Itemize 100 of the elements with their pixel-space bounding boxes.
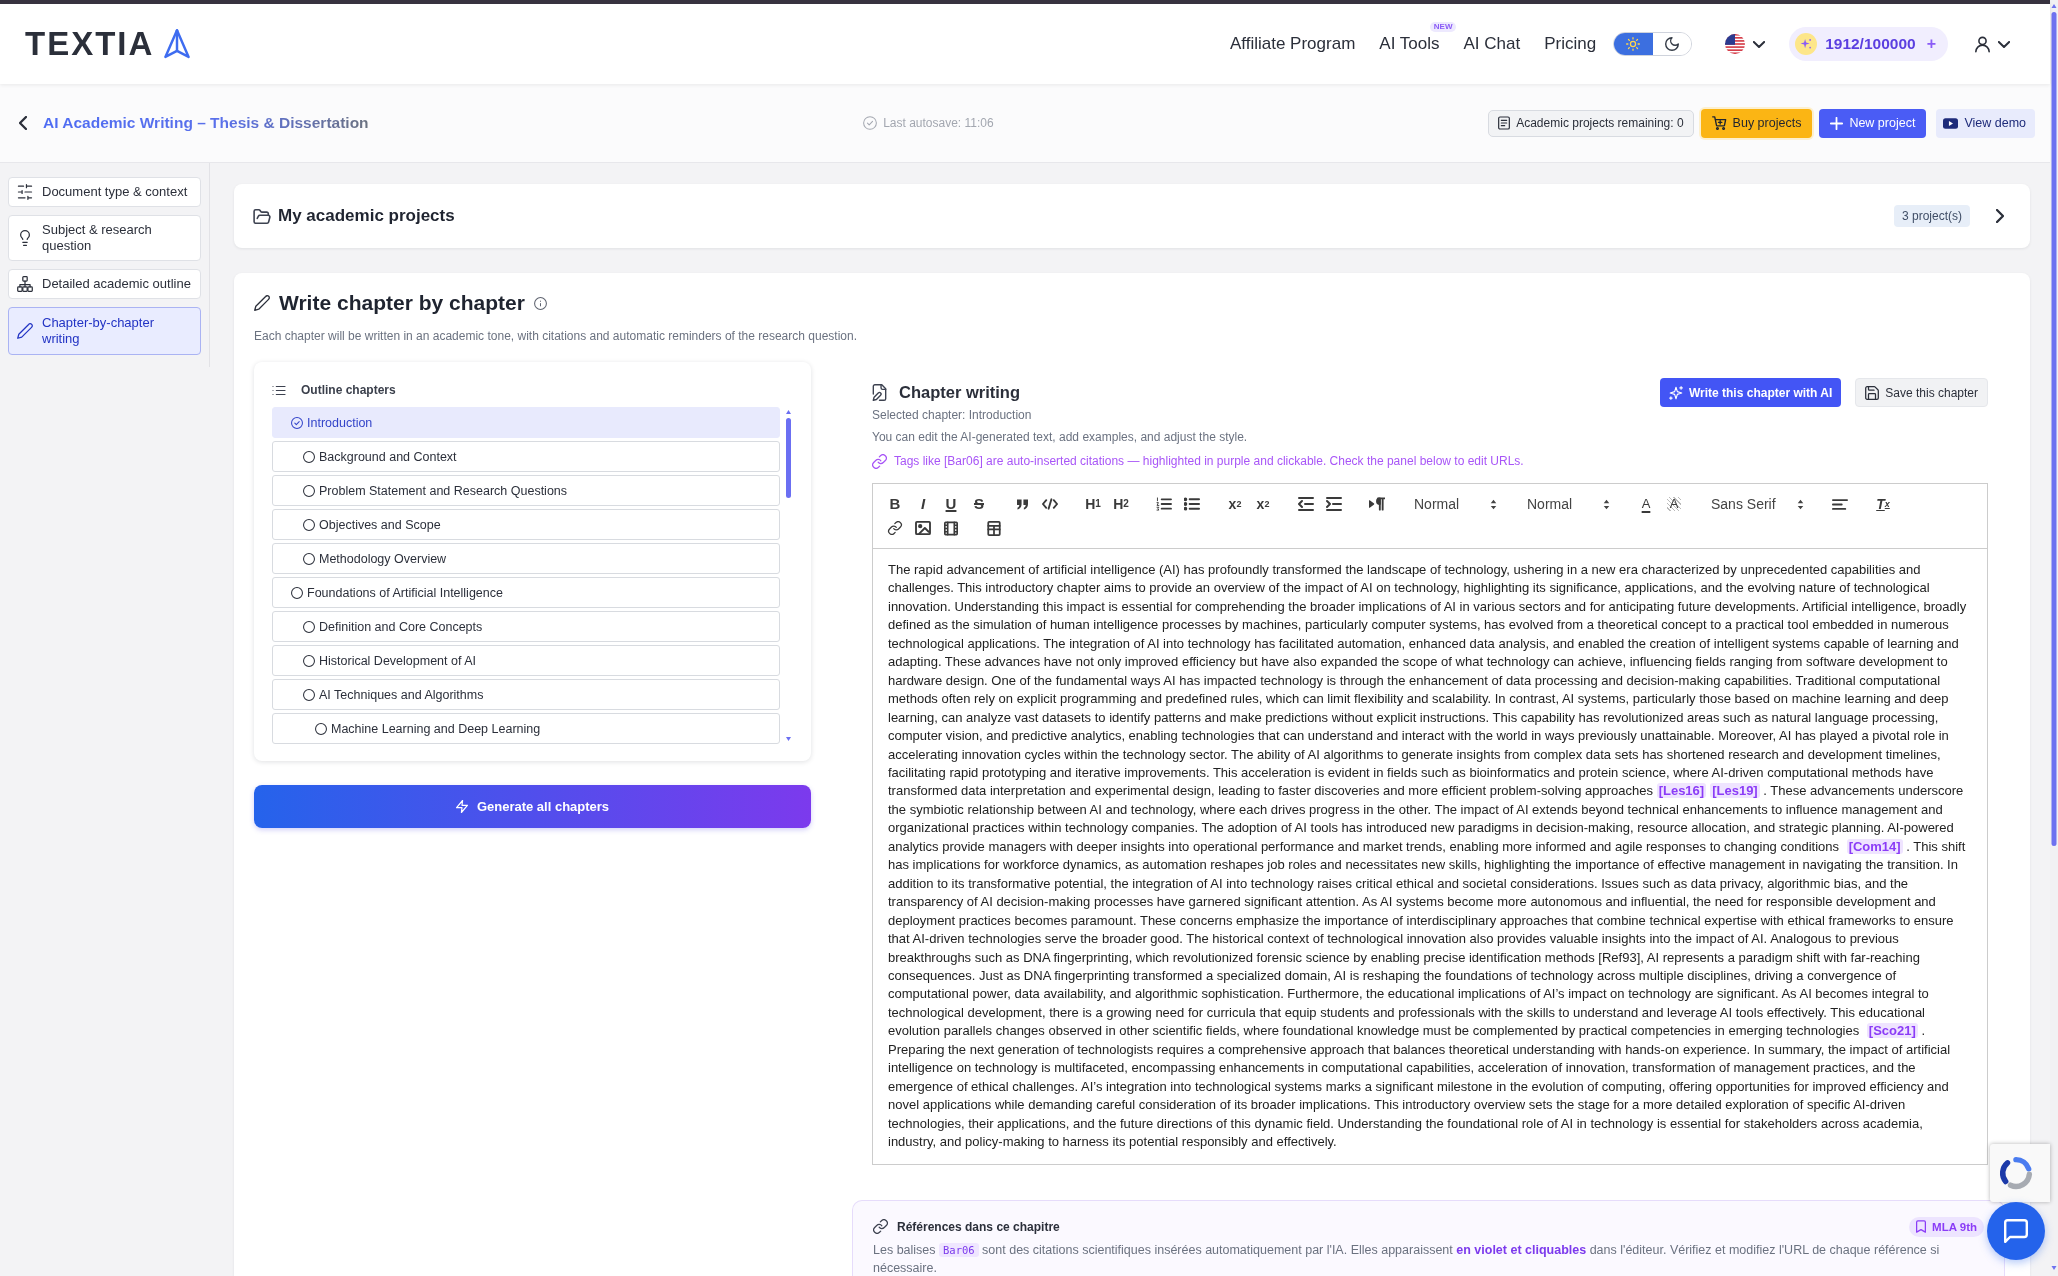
view-demo-button[interactable]: View demo bbox=[1936, 108, 2035, 138]
sparkles-icon bbox=[1668, 385, 1683, 400]
strikethrough-button[interactable]: S bbox=[965, 492, 993, 516]
sidebar-item[interactable]: Document type & context bbox=[8, 177, 201, 207]
theme-toggle[interactable] bbox=[1613, 32, 1693, 56]
new-project-button[interactable]: New project bbox=[1819, 108, 1927, 138]
projects-remaining-text: Academic projects remaining: 0 bbox=[1516, 116, 1684, 130]
navigation-arrow-icon bbox=[164, 29, 191, 59]
pencil-icon bbox=[254, 295, 270, 311]
citation-link[interactable]: [Com14] bbox=[1846, 838, 1903, 854]
sidebar-item[interactable]: Subject & research question bbox=[8, 215, 201, 261]
references-title: Références dans ce chapitre bbox=[897, 1219, 1060, 1234]
check-circle-icon bbox=[863, 116, 878, 130]
chapter-item[interactable]: Machine Learning and Deep Learning bbox=[272, 713, 780, 744]
align-left-icon bbox=[1832, 498, 1848, 510]
check-circle-icon bbox=[291, 416, 303, 429]
chapter-item[interactable]: Introduction bbox=[272, 407, 780, 438]
circle-icon bbox=[303, 484, 315, 497]
chevron-down-icon bbox=[1998, 40, 2010, 48]
link-icon bbox=[872, 453, 887, 469]
plus-icon bbox=[1830, 116, 1844, 130]
editor-hint: You can edit the AI-generated text, add examples, and adjust the style. bbox=[872, 429, 1249, 445]
add-credits-button[interactable]: + bbox=[1926, 35, 1936, 53]
font-dropdown[interactable]: Sans Serif bbox=[1703, 492, 1811, 516]
bulleted-list-icon bbox=[1184, 497, 1200, 511]
document-edit-icon bbox=[872, 384, 887, 401]
lightbulb-icon bbox=[17, 230, 33, 246]
chevron-down-icon bbox=[1753, 40, 1766, 48]
chapter-item[interactable]: Definition and Core Concepts bbox=[272, 611, 780, 642]
credits-count: 1912/100000 bbox=[1825, 35, 1916, 53]
chevron-left-icon bbox=[19, 116, 27, 130]
bookmark-icon bbox=[1916, 1220, 1927, 1233]
citation-link[interactable]: [Les16] bbox=[1656, 783, 1707, 799]
quote-icon bbox=[1015, 498, 1029, 510]
references-note: Les balises Bar06 sont des citations scientifiques insérées automatiquement par l'IA. Elles apparaissent en violet et cliquables dans l'éditeur. Vérifiez et modifiez l'URL de chaque référence si nécessaire. bbox=[873, 1241, 1941, 1276]
chapter-item[interactable]: Background and Context bbox=[272, 441, 780, 472]
chapter-text: The rapid advancement of artificial intelligence (AI) has profoundly transformed the landscape of technology, ushering in a new era characterized by unprecedented capabilities and challenges. This introductory chapter aims to provide an overview of the impact of AI on technology, highlighting its significance, applications, and the evolving nature of technological innovation. Understanding this impact is essential for comprehending the broader implications of AI in various sectors and for anticipating future developments. Artificial intelligence, broadly defined as the simulation of human intelligence processes by machines, particularly computer systems, has evolved from a theoretical concept to a practical tool embedded in numerous technological applications. The integration of AI into technology has facilitated automation, enhanced data analysis, and enabled the creation of intelligent systems capable of learning and adapting. These advances have not only improved efficiency but have also expanded the scope of what technology can achieve, influencing fields ranging from software development to hardware design. One of the fundamental ways AI has impacted technology is through the enhancement of data processing and decision-making capabilities. Traditional computational methods often rely on explicit programming and predefined rules, which can limit flexibility and scalability. In contrast, AI systems, particularly those based on machine learning and deep learning, can analyze vast datasets to identify patterns and make predictions without explicit instructions. This capability has revolutionized areas such as natural language processing, computer vision, and predictive analytics, enabling technologies that can understand and interact with the world in ways previously unattainable. Moreover, AI has played a pivotal role in accelerating innovation cycles within the technology sector. The ability of AI algorithms to generate insights from complex data sets has shortened research and development timelines, facilitating rapid prototyping and iterative improvements. This acceleration is evident in fields such as bioinformatics and protein science, where AI-driven computational methods have transformed data interpretation and experimental design, leading to faster discoveries and more efficient problem-solving approaches [Les16] [Les19] . These advancements underscore the symbiotic relationship between AI and technology, where each drives progress in the other. The impact of AI extends beyond technical enhancements to influence management and organizational practices within technology companies. The adoption of AI tools has introduced new paradigms in decision-making, resource allocation, and strategic planning. AI-powered analytics provide managers with deeper insights into operational performance and market trends, enabling more informed and agile responses to changing conditions [Com14] . This shift has implications for workforce dynamics, as automation reshapes job roles and necessitates new skills, highlighting the importance of effective management in navigating the transition. In addition to its transformative potential, the integration of AI into technology raises critical ethical and societal considerations. Issues such as data privacy, algorithmic bias, and the transparency of AI decision-making processes have garnered significant attention. As AI systems become more autonomous and influential, the need for responsible development and deployment practices becomes paramount. These concerns emphasize the importance of interdisciplinary approaches that combine technical expertise with ethical frameworks to ensure that AI-driven technologies serve the broader good. The historical context of technological innovation also provides valuable insights into the impact of AI. Analogous to previous breakthroughs such as DNA fingerprinting, which revolutionized forensic science by enabling precise identification methods [Ref93], AI represents a paradigm shift with far-reaching consequences. Just as DNA fingerprinting transformed a specialized domain, AI is reshaping the foundations of technology across multiple disciplines, driving a convergence of computational power, data availability, and algorithmic sophistication. Furthermore, the educational implications of AI’s impact on technology are significant. As AI becomes integral to technological development, there is a growing need for curricula that equip students and professionals with the skills to understand and leverage AI tools effectively. This educational evolution parallels changes observed in other scientific fields, where foundational knowledge must be complemented by practical competencies in emerging technologies [Sco21] . Preparing the next generation of technologists requires a comprehensive approach that balances theoretical understanding with hands-on experience. In summary, the impact of artificial intelligence on technology is multifaceted, encompassing enhancements in computational capabilities, acceleration of innovation, transformation of management practices, and the emergence of ethical challenges. AI’s integration into technological systems marks a significant milestone in the evolution of computing, offering opportunities for improved efficiency and novel applications while demanding careful consideration of its broader implications. This introductory overview sets the stage for a more detailed exploration of specific AI-driven technologies, their applications, and the future directions of this dynamic field. Understanding the foundational role of AI in technology is essential for stakeholders across academia, industry, and policy-making to harness its potential responsibly and effectively. bbox=[888, 561, 1968, 1152]
paragraph-direction-icon bbox=[1369, 497, 1385, 511]
up-down-arrows-icon bbox=[1490, 498, 1497, 510]
sidebar-item[interactable]: Detailed academic outline bbox=[8, 269, 201, 299]
scrollbar[interactable] bbox=[785, 407, 792, 744]
generate-all-button[interactable]: Generate all chapters bbox=[254, 785, 811, 828]
editor-title: Chapter writing bbox=[899, 383, 1020, 402]
sliders-icon bbox=[17, 184, 33, 200]
citation-note: Tags like [Bar06] are auto-inserted citations — highlighted in purple and clickable. Check the panel below to edit URLs. bbox=[894, 453, 1524, 469]
format-dropdown[interactable]: Normal bbox=[1406, 492, 1504, 516]
section-description: Each chapter will be written in an academic tone, with citations and automatic reminders of the research question. bbox=[254, 328, 858, 344]
chevron-right-icon bbox=[1996, 209, 2004, 223]
nav-link[interactable]: Affiliate Program bbox=[1229, 34, 1356, 54]
script-button[interactable]: x$^{2}$ bbox=[1249, 492, 1277, 516]
text-color-button[interactable]: A bbox=[1632, 492, 1660, 516]
numbered-list-icon bbox=[1156, 497, 1172, 511]
floppy-disk-icon bbox=[1865, 385, 1880, 400]
circle-icon bbox=[303, 450, 315, 463]
write-with-ai-button[interactable]: Write this chapter with AI bbox=[1659, 378, 1842, 407]
document-icon bbox=[1498, 116, 1511, 130]
cart-icon bbox=[1711, 116, 1727, 130]
circle-icon bbox=[291, 586, 303, 599]
expand-projects-button[interactable] bbox=[1996, 209, 2004, 223]
code-icon bbox=[1042, 497, 1058, 511]
chapter-item[interactable]: Foundations of Artificial Intelligence bbox=[272, 577, 780, 608]
selected-chapter-text: Selected chapter: Introduction bbox=[872, 407, 1033, 423]
folder-icon bbox=[253, 208, 271, 224]
play-icon bbox=[1943, 117, 1959, 129]
citation-link[interactable]: [Les19] bbox=[1710, 783, 1760, 799]
language-selector[interactable] bbox=[1725, 34, 1766, 54]
chapter-item[interactable]: Objectives and Scope bbox=[272, 509, 780, 540]
account-menu[interactable] bbox=[1975, 35, 2010, 53]
buy-projects-button[interactable]: Buy projects bbox=[1700, 108, 1813, 138]
circle-icon bbox=[315, 722, 327, 735]
nav-link[interactable]: AI Chat bbox=[1463, 34, 1521, 54]
chapter-item[interactable]: AI Techniques and Algorithms bbox=[272, 679, 780, 710]
format-dropdown[interactable]: Normal bbox=[1519, 492, 1617, 516]
chapter-item[interactable]: Problem Statement and Research Questions bbox=[272, 475, 780, 506]
underline-button[interactable]: U bbox=[937, 492, 965, 516]
bold-button[interactable]: B bbox=[881, 492, 909, 516]
nav-link[interactable]: AI Tools bbox=[1379, 34, 1440, 54]
section-title: Write chapter by chapter bbox=[279, 291, 525, 315]
chapter-item[interactable]: Methodology Overview bbox=[272, 543, 780, 574]
italic-button[interactable]: I bbox=[909, 492, 937, 516]
back-button[interactable] bbox=[19, 116, 27, 130]
logo-text[interactable]: TEXTIA bbox=[25, 26, 155, 62]
link-icon bbox=[873, 1219, 888, 1234]
citation-link[interactable]: [Sco21] bbox=[1866, 1023, 1918, 1039]
coin-icon bbox=[1795, 33, 1818, 55]
link-icon bbox=[887, 521, 903, 535]
flag-icon bbox=[1725, 34, 1746, 54]
new-badge: NEW bbox=[1429, 22, 1457, 32]
circle-icon bbox=[303, 688, 315, 701]
moon-icon bbox=[1664, 37, 1679, 51]
sidebar-item[interactable]: Chapter-by-chapter writing bbox=[8, 307, 201, 355]
autosave-status: Last autosave: 11:06 bbox=[883, 116, 994, 130]
citation-style-button[interactable]: MLA 9th bbox=[1909, 1216, 1984, 1237]
chapter-item[interactable]: Historical Development of AI bbox=[272, 645, 780, 676]
projects-title: My academic projects bbox=[278, 206, 455, 226]
save-chapter-button[interactable]: Save this chapter bbox=[1855, 378, 1988, 407]
nav-link[interactable]: Pricing bbox=[1544, 34, 1597, 54]
up-down-arrows-icon bbox=[1797, 498, 1804, 510]
theme-option[interactable] bbox=[1614, 33, 1653, 55]
ring-icon bbox=[1999, 1156, 2033, 1190]
